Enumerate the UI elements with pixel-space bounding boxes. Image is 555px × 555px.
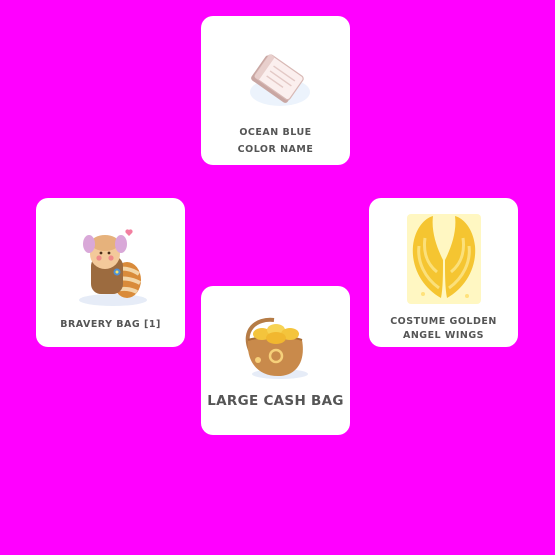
bravery-bag-cookie-icon: [36, 220, 185, 312]
reward-label: COSTUME GOLDEN ANGEL WINGS: [375, 315, 512, 343]
reward-label-line: BRAVERY BAG [1]: [60, 319, 161, 330]
golden-angel-wings-icon: [369, 208, 518, 308]
reward-label: BRAVERY BAG [1]: [42, 316, 179, 333]
reward-label-line: ANGEL WINGS: [402, 330, 485, 341]
reward-stage: OCEAN BLUE COLOR NAME BRAVERY BAG [1] CO…: [0, 0, 555, 555]
reward-card-bravery-bag[interactable]: BRAVERY BAG [1]: [36, 198, 185, 347]
reward-card-golden-angel-wings[interactable]: COSTUME GOLDEN ANGEL WINGS: [369, 198, 518, 347]
reward-label-line: COSTUME GOLDEN: [390, 316, 497, 327]
reward-label: LARGE CASH BAG: [207, 393, 344, 410]
reward-label-line: LARGE CASH BAG: [207, 393, 344, 409]
color-name-book-icon: [201, 36, 350, 124]
reward-label: OCEAN BLUE COLOR NAME: [207, 124, 344, 158]
large-cash-bag-icon: [201, 306, 350, 386]
reward-card-large-cash-bag[interactable]: LARGE CASH BAG: [201, 286, 350, 435]
reward-card-ocean-blue-color-name[interactable]: OCEAN BLUE COLOR NAME: [201, 16, 350, 165]
reward-label-line: COLOR NAME: [237, 144, 314, 155]
reward-label-line: OCEAN BLUE: [239, 127, 312, 138]
